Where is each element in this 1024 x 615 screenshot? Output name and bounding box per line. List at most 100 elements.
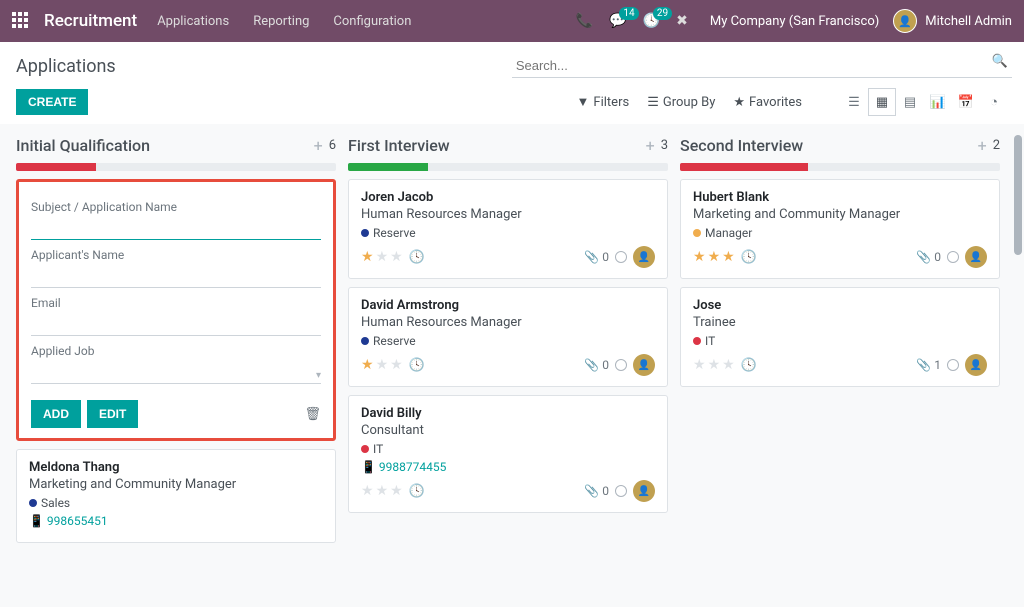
top-nav: Recruitment Applications Reporting Confi… [0,0,1024,42]
attachment-count[interactable]: 📎 1 [916,358,941,372]
filters-button[interactable]: ▼ Filters [577,94,630,110]
trash-icon[interactable]: 🗑 [304,407,321,422]
attachment-count[interactable]: 📎 0 [584,358,609,372]
apps-icon[interactable] [12,12,30,30]
column-count: 3 [661,138,668,153]
assignee-avatar[interactable]: 👤 [633,246,655,268]
star-icon[interactable]: ★ [361,249,374,265]
assignee-avatar[interactable]: 👤 [633,354,655,376]
card-role: Marketing and Community Manager [29,477,323,492]
view-grid-icon[interactable]: ▤ [896,88,924,116]
scrollbar[interactable] [1014,135,1022,605]
card-phone[interactable]: 📱 9988774455 [361,460,655,474]
kanban-card[interactable]: Joren Jacob Human Resources Manager Rese… [348,179,668,279]
star-icon[interactable]: ★ [693,357,706,373]
phone-icon[interactable]: 📞 [576,13,593,29]
view-activity-icon[interactable]: ◔ [980,88,1008,116]
control-bar: Applications 🔍 CREATE ▼ Filters ☰ Group … [0,42,1024,124]
attachment-count[interactable]: 📎 0 [584,250,609,264]
attachment-count[interactable]: 📎 0 [584,484,609,498]
applicant-input[interactable] [31,264,321,288]
star-icon[interactable]: ★ [722,357,735,373]
star-icon[interactable]: ★ [390,483,403,499]
messages-badge: 14 [619,7,638,20]
tools-icon[interactable]: ✖ [676,13,688,29]
nav-reporting[interactable]: Reporting [253,14,309,29]
quick-create-form: Subject / Application Name Applicant's N… [16,179,336,441]
clock-icon[interactable]: 🕓 [409,484,425,499]
card-role: Human Resources Manager [361,315,655,330]
star-icon[interactable]: ★ [361,357,374,373]
company-selector[interactable]: My Company (San Francisco) [710,14,879,29]
kanban-column: Second Interview + 2Hubert Blank Marketi… [680,132,1000,599]
star-icon[interactable]: ★ [708,357,721,373]
priority-stars[interactable]: ★★★ [693,249,735,265]
star-icon[interactable]: ★ [722,249,735,265]
star-icon[interactable]: ★ [376,357,389,373]
kanban-card[interactable]: David Armstrong Human Resources Manager … [348,287,668,387]
email-input[interactable] [31,312,321,336]
subject-input[interactable] [31,216,321,240]
kanban-card[interactable]: David Billy Consultant IT📱 9988774455★★★… [348,395,668,513]
edit-button[interactable]: EDIT [87,400,138,428]
kanban-state-icon[interactable] [947,359,959,371]
kanban-state-icon[interactable] [947,251,959,263]
column-add-icon[interactable]: + [314,136,323,155]
clock-icon[interactable]: 🕓 [409,250,425,265]
assignee-avatar[interactable]: 👤 [965,354,987,376]
avatar: 👤 [893,9,917,33]
search-input[interactable] [512,54,1012,78]
brand[interactable]: Recruitment [44,11,137,31]
card-tag: Reserve [361,226,655,240]
view-calendar-icon[interactable]: 📅 [952,88,980,116]
view-kanban-icon[interactable]: ▦ [868,88,896,116]
activities-icon[interactable]: 🕓29 [643,13,660,29]
groupby-button[interactable]: ☰ Group By [647,95,715,110]
kanban-state-icon[interactable] [615,359,627,371]
star-icon[interactable]: ★ [708,249,721,265]
assignee-avatar[interactable]: 👤 [633,480,655,502]
kanban-card[interactable]: Jose Trainee IT★★★🕓 📎 1 👤 [680,287,1000,387]
priority-stars[interactable]: ★★★ [361,249,403,265]
nav-applications[interactable]: Applications [157,14,229,29]
clock-icon[interactable]: 🕓 [741,250,757,265]
card-name: Hubert Blank [693,190,987,205]
assignee-avatar[interactable]: 👤 [965,246,987,268]
card-name: David Armstrong [361,298,655,313]
view-list-icon[interactable]: ☰ [840,88,868,116]
kanban-card[interactable]: Hubert Blank Marketing and Community Man… [680,179,1000,279]
search-icon[interactable]: 🔍 [992,54,1008,78]
priority-stars[interactable]: ★★★ [361,483,403,499]
column-count: 6 [329,138,336,153]
star-icon[interactable]: ★ [376,249,389,265]
card-phone[interactable]: 📱 998655451 [29,514,323,528]
star-icon[interactable]: ★ [693,249,706,265]
priority-stars[interactable]: ★★★ [693,357,735,373]
kanban-card[interactable]: Meldona Thang Marketing and Community Ma… [16,449,336,543]
kanban-state-icon[interactable] [615,485,627,497]
card-name: Jose [693,298,987,313]
star-icon[interactable]: ★ [390,249,403,265]
nav-configuration[interactable]: Configuration [333,14,411,29]
favorites-button[interactable]: ★ Favorites [733,95,802,110]
card-tag: Reserve [361,334,655,348]
attachment-count[interactable]: 📎 0 [916,250,941,264]
star-icon[interactable]: ★ [390,357,403,373]
view-graph-icon[interactable]: 📊 [924,88,952,116]
clock-icon[interactable]: 🕓 [409,358,425,373]
user-menu[interactable]: 👤 Mitchell Admin [893,9,1012,33]
kanban-state-icon[interactable] [615,251,627,263]
job-label: Applied Job [31,344,321,358]
column-progress [680,163,1000,171]
column-add-icon[interactable]: + [978,136,987,155]
job-select[interactable] [31,360,321,384]
add-button[interactable]: ADD [31,400,81,428]
column-add-icon[interactable]: + [646,136,655,155]
priority-stars[interactable]: ★★★ [361,357,403,373]
applicant-label: Applicant's Name [31,248,321,262]
messages-icon[interactable]: 💬14 [609,13,626,29]
create-button[interactable]: CREATE [16,89,88,115]
clock-icon[interactable]: 🕓 [741,358,757,373]
star-icon[interactable]: ★ [361,483,374,499]
star-icon[interactable]: ★ [376,483,389,499]
